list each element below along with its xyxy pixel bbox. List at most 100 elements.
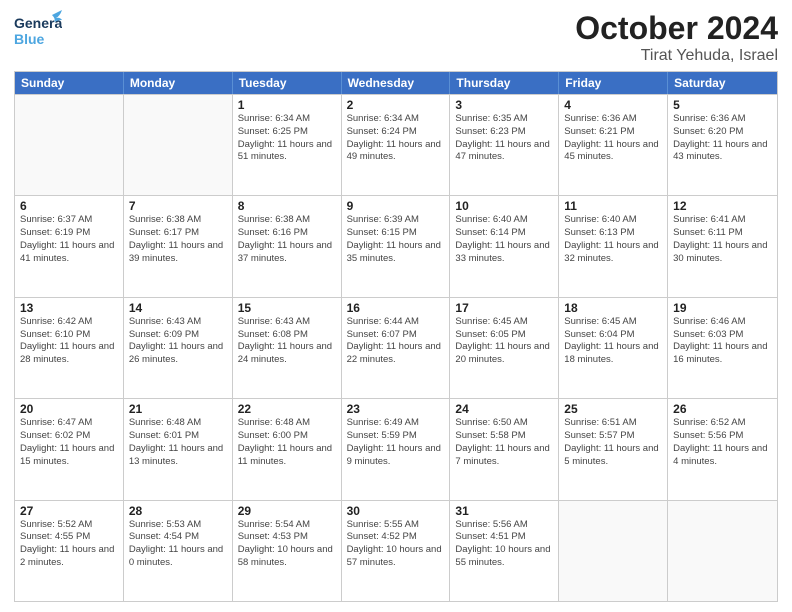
title-section: October 2024 Tirat Yehuda, Israel [575, 10, 778, 65]
svg-text:Blue: Blue [14, 31, 45, 47]
calendar-cell-empty [15, 95, 124, 195]
day-info: Sunrise: 6:52 AM Sunset: 5:56 PM Dayligh… [673, 417, 772, 468]
calendar-cell-30: 30Sunrise: 5:55 AM Sunset: 4:52 PM Dayli… [342, 501, 451, 601]
calendar-row-0: 1Sunrise: 6:34 AM Sunset: 6:25 PM Daylig… [15, 94, 777, 195]
weekday-header-sunday: Sunday [15, 72, 124, 94]
day-info: Sunrise: 6:38 AM Sunset: 6:16 PM Dayligh… [238, 214, 336, 265]
day-info: Sunrise: 5:56 AM Sunset: 4:51 PM Dayligh… [455, 519, 553, 570]
calendar-cell-9: 9Sunrise: 6:39 AM Sunset: 6:15 PM Daylig… [342, 196, 451, 296]
day-info: Sunrise: 6:45 AM Sunset: 6:04 PM Dayligh… [564, 316, 662, 367]
logo-icon: General Blue [14, 10, 62, 52]
calendar-cell-26: 26Sunrise: 6:52 AM Sunset: 5:56 PM Dayli… [668, 399, 777, 499]
calendar-cell-1: 1Sunrise: 6:34 AM Sunset: 6:25 PM Daylig… [233, 95, 342, 195]
header: General Blue October 2024 Tirat Yehuda, … [14, 10, 778, 65]
calendar-cell-6: 6Sunrise: 6:37 AM Sunset: 6:19 PM Daylig… [15, 196, 124, 296]
day-info: Sunrise: 6:51 AM Sunset: 5:57 PM Dayligh… [564, 417, 662, 468]
day-number: 8 [238, 199, 336, 213]
day-number: 7 [129, 199, 227, 213]
day-number: 31 [455, 504, 553, 518]
day-number: 24 [455, 402, 553, 416]
day-number: 9 [347, 199, 445, 213]
day-info: Sunrise: 6:38 AM Sunset: 6:17 PM Dayligh… [129, 214, 227, 265]
calendar-cell-27: 27Sunrise: 5:52 AM Sunset: 4:55 PM Dayli… [15, 501, 124, 601]
day-number: 22 [238, 402, 336, 416]
calendar-cell-21: 21Sunrise: 6:48 AM Sunset: 6:01 PM Dayli… [124, 399, 233, 499]
calendar-cell-13: 13Sunrise: 6:42 AM Sunset: 6:10 PM Dayli… [15, 298, 124, 398]
day-info: Sunrise: 6:41 AM Sunset: 6:11 PM Dayligh… [673, 214, 772, 265]
day-info: Sunrise: 6:42 AM Sunset: 6:10 PM Dayligh… [20, 316, 118, 367]
month-title: October 2024 [575, 10, 778, 47]
day-number: 6 [20, 199, 118, 213]
location-title: Tirat Yehuda, Israel [575, 47, 778, 65]
day-info: Sunrise: 6:47 AM Sunset: 6:02 PM Dayligh… [20, 417, 118, 468]
calendar-cell-24: 24Sunrise: 6:50 AM Sunset: 5:58 PM Dayli… [450, 399, 559, 499]
day-number: 4 [564, 98, 662, 112]
day-info: Sunrise: 6:46 AM Sunset: 6:03 PM Dayligh… [673, 316, 772, 367]
weekday-header-monday: Monday [124, 72, 233, 94]
day-number: 13 [20, 301, 118, 315]
day-number: 30 [347, 504, 445, 518]
calendar-cell-22: 22Sunrise: 6:48 AM Sunset: 6:00 PM Dayli… [233, 399, 342, 499]
weekday-header-tuesday: Tuesday [233, 72, 342, 94]
day-number: 27 [20, 504, 118, 518]
calendar-cell-empty [559, 501, 668, 601]
day-number: 25 [564, 402, 662, 416]
calendar-cell-8: 8Sunrise: 6:38 AM Sunset: 6:16 PM Daylig… [233, 196, 342, 296]
logo: General Blue [14, 10, 62, 57]
calendar-cell-28: 28Sunrise: 5:53 AM Sunset: 4:54 PM Dayli… [124, 501, 233, 601]
day-number: 11 [564, 199, 662, 213]
calendar-cell-10: 10Sunrise: 6:40 AM Sunset: 6:14 PM Dayli… [450, 196, 559, 296]
day-info: Sunrise: 5:54 AM Sunset: 4:53 PM Dayligh… [238, 519, 336, 570]
calendar-cell-25: 25Sunrise: 6:51 AM Sunset: 5:57 PM Dayli… [559, 399, 668, 499]
day-info: Sunrise: 6:34 AM Sunset: 6:25 PM Dayligh… [238, 113, 336, 164]
calendar-cell-15: 15Sunrise: 6:43 AM Sunset: 6:08 PM Dayli… [233, 298, 342, 398]
day-number: 2 [347, 98, 445, 112]
calendar: SundayMondayTuesdayWednesdayThursdayFrid… [14, 71, 778, 602]
day-number: 21 [129, 402, 227, 416]
day-info: Sunrise: 6:40 AM Sunset: 6:14 PM Dayligh… [455, 214, 553, 265]
calendar-body: 1Sunrise: 6:34 AM Sunset: 6:25 PM Daylig… [15, 94, 777, 601]
calendar-cell-12: 12Sunrise: 6:41 AM Sunset: 6:11 PM Dayli… [668, 196, 777, 296]
day-info: Sunrise: 6:43 AM Sunset: 6:08 PM Dayligh… [238, 316, 336, 367]
day-number: 10 [455, 199, 553, 213]
weekday-header-thursday: Thursday [450, 72, 559, 94]
day-info: Sunrise: 6:43 AM Sunset: 6:09 PM Dayligh… [129, 316, 227, 367]
day-info: Sunrise: 5:55 AM Sunset: 4:52 PM Dayligh… [347, 519, 445, 570]
calendar-cell-7: 7Sunrise: 6:38 AM Sunset: 6:17 PM Daylig… [124, 196, 233, 296]
page-container: General Blue October 2024 Tirat Yehuda, … [0, 0, 792, 612]
calendar-cell-17: 17Sunrise: 6:45 AM Sunset: 6:05 PM Dayli… [450, 298, 559, 398]
day-info: Sunrise: 6:40 AM Sunset: 6:13 PM Dayligh… [564, 214, 662, 265]
calendar-cell-11: 11Sunrise: 6:40 AM Sunset: 6:13 PM Dayli… [559, 196, 668, 296]
day-info: Sunrise: 6:39 AM Sunset: 6:15 PM Dayligh… [347, 214, 445, 265]
calendar-cell-empty [668, 501, 777, 601]
day-number: 28 [129, 504, 227, 518]
day-number: 18 [564, 301, 662, 315]
calendar-cell-16: 16Sunrise: 6:44 AM Sunset: 6:07 PM Dayli… [342, 298, 451, 398]
day-number: 3 [455, 98, 553, 112]
calendar-cell-14: 14Sunrise: 6:43 AM Sunset: 6:09 PM Dayli… [124, 298, 233, 398]
day-number: 16 [347, 301, 445, 315]
calendar-cell-empty [124, 95, 233, 195]
calendar-header: SundayMondayTuesdayWednesdayThursdayFrid… [15, 72, 777, 94]
calendar-cell-18: 18Sunrise: 6:45 AM Sunset: 6:04 PM Dayli… [559, 298, 668, 398]
day-number: 23 [347, 402, 445, 416]
day-info: Sunrise: 6:36 AM Sunset: 6:20 PM Dayligh… [673, 113, 772, 164]
day-number: 20 [20, 402, 118, 416]
calendar-row-3: 20Sunrise: 6:47 AM Sunset: 6:02 PM Dayli… [15, 398, 777, 499]
calendar-cell-23: 23Sunrise: 6:49 AM Sunset: 5:59 PM Dayli… [342, 399, 451, 499]
calendar-cell-19: 19Sunrise: 6:46 AM Sunset: 6:03 PM Dayli… [668, 298, 777, 398]
weekday-header-wednesday: Wednesday [342, 72, 451, 94]
calendar-cell-4: 4Sunrise: 6:36 AM Sunset: 6:21 PM Daylig… [559, 95, 668, 195]
day-info: Sunrise: 6:35 AM Sunset: 6:23 PM Dayligh… [455, 113, 553, 164]
day-info: Sunrise: 5:52 AM Sunset: 4:55 PM Dayligh… [20, 519, 118, 570]
calendar-cell-31: 31Sunrise: 5:56 AM Sunset: 4:51 PM Dayli… [450, 501, 559, 601]
day-info: Sunrise: 6:37 AM Sunset: 6:19 PM Dayligh… [20, 214, 118, 265]
calendar-cell-20: 20Sunrise: 6:47 AM Sunset: 6:02 PM Dayli… [15, 399, 124, 499]
day-number: 29 [238, 504, 336, 518]
day-number: 26 [673, 402, 772, 416]
calendar-row-4: 27Sunrise: 5:52 AM Sunset: 4:55 PM Dayli… [15, 500, 777, 601]
day-number: 17 [455, 301, 553, 315]
day-number: 12 [673, 199, 772, 213]
day-info: Sunrise: 5:53 AM Sunset: 4:54 PM Dayligh… [129, 519, 227, 570]
day-number: 19 [673, 301, 772, 315]
